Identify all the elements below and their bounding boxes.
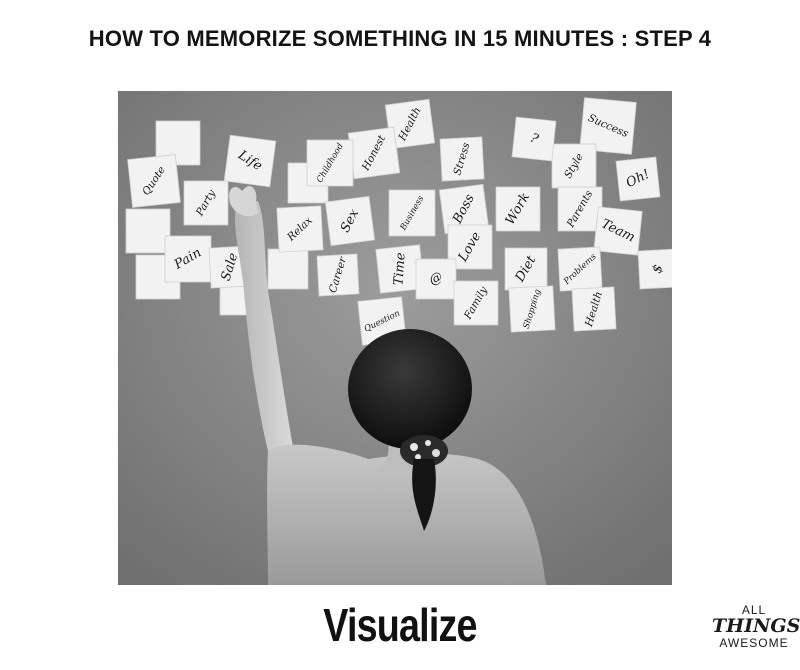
logo-line-3: AWESOME (719, 636, 789, 650)
sticky-note: Quote (127, 154, 181, 208)
sticky-note: Sex (324, 195, 376, 247)
sticky-note: Party (183, 180, 229, 226)
woman-with-sticky-notes-photo: Success Health Style? Stress Oh! Honest Childh… (118, 91, 672, 585)
head-hair (348, 329, 472, 449)
sticky-note-blank (267, 248, 309, 290)
caption-visualize: Visualize (323, 599, 477, 651)
sticky-note-label: Time (391, 252, 408, 286)
sticky-note: @ (415, 258, 457, 300)
sticky-note: Problems (557, 246, 603, 292)
sticky-note: Shopping (508, 285, 556, 333)
sticky-note: Diet (504, 247, 548, 291)
sticky-note: Family (453, 280, 499, 326)
sticky-note: Oh! (615, 156, 661, 202)
sticky-note: ? (511, 116, 557, 162)
page-title: HOW TO MEMORIZE SOMETHING IN 15 MINUTES … (88, 26, 712, 51)
sticky-note: Style (551, 143, 597, 189)
sticky-note: Health (571, 286, 617, 332)
sticky-note: Life (223, 134, 277, 188)
sticky-note: Honest (347, 126, 401, 180)
sticky-note: Childhood (306, 139, 354, 187)
logo-line-2: THINGS (712, 615, 800, 637)
sticky-note: Parents (557, 186, 603, 232)
sticky-note: Business (388, 189, 436, 237)
sticky-note: Stress (439, 136, 485, 182)
sticky-note: Work (495, 186, 541, 232)
sticky-note-blank (125, 208, 171, 254)
all-things-awesome-logo: ALL THINGS AWESOME (712, 604, 800, 650)
photo-illustration: SuccessHealthStyle?StressOh!HonestChildh… (118, 91, 672, 585)
sticky-note: $ (637, 248, 672, 290)
sticky-note: Career (316, 253, 360, 297)
sticky-note: Relax (276, 205, 324, 253)
sticky-note: Team (593, 206, 643, 256)
sticky-note: Pain (164, 235, 212, 283)
